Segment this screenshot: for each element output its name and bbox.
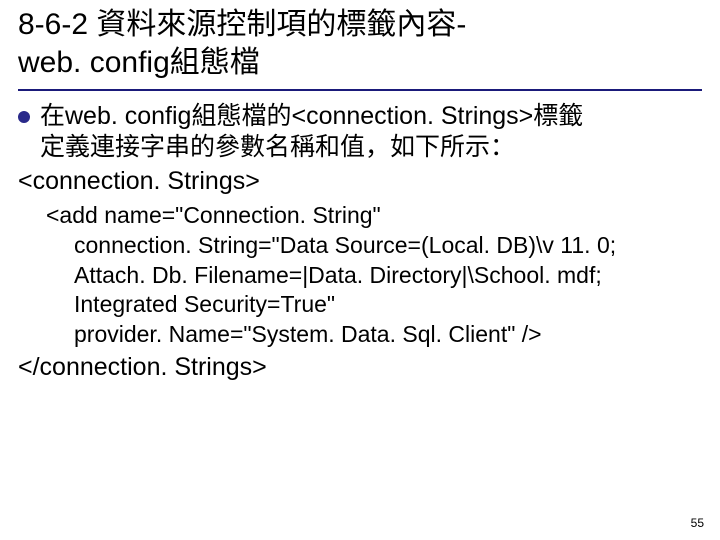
bullet-item: 在web. config組態檔的<connection. Strings>標籤 … (18, 101, 702, 164)
bullet-text: 在web. config組態檔的<connection. Strings>標籤 … (40, 101, 702, 164)
code-line-5: provider. Name="System. Data. Sql. Clien… (46, 320, 702, 350)
code-line-4: Integrated Security=True" (46, 290, 702, 320)
xml-open-tag: <connection. Strings> (18, 166, 702, 197)
code-line-3: Attach. Db. Filename=|Data. Directory|\S… (46, 261, 702, 291)
slide: 8-6-2 資料來源控制項的標籤內容- web. config組態檔 在web.… (0, 0, 720, 540)
slide-title: 8-6-2 資料來源控制項的標籤內容- web. config組態檔 (18, 6, 702, 91)
title-line-1: 8-6-2 資料來源控制項的標籤內容- (18, 8, 466, 41)
bullet-marker-icon (18, 111, 30, 123)
code-line-2: connection. String="Data Source=(Local. … (46, 231, 702, 261)
code-block: <add name="Connection. String" connectio… (46, 201, 702, 350)
slide-body: 在web. config組態檔的<connection. Strings>標籤 … (18, 101, 702, 383)
page-number: 55 (691, 516, 704, 530)
xml-close-tag: </connection. Strings> (18, 352, 702, 383)
title-line-2: web. config組態檔 (18, 46, 260, 79)
bullet-line-1: 在web. config組態檔的<connection. Strings>標籤 (40, 102, 583, 130)
code-line-1: <add name="Connection. String" (46, 201, 702, 231)
bullet-line-2: 定義連接字串的參數名稱和值，如下所示： (40, 133, 515, 161)
